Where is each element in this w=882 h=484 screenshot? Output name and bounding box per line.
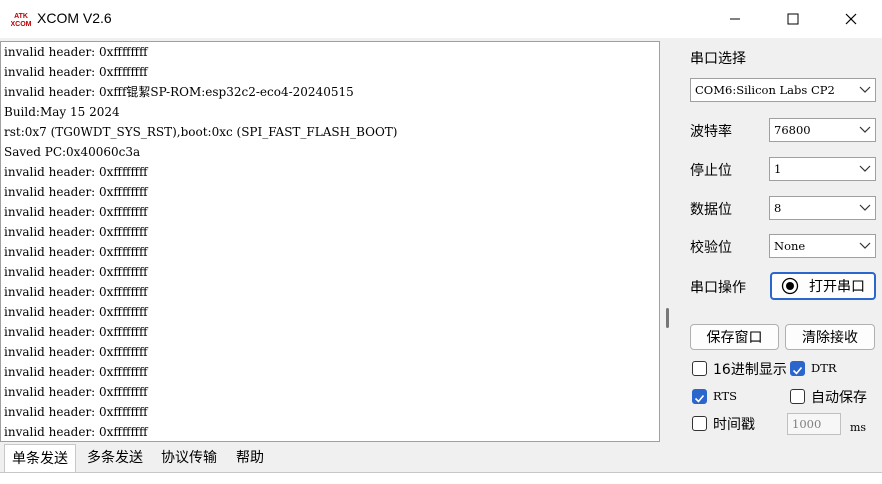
receive-log[interactable]: invalid header: 0xffffffff invalid header… — [0, 41, 660, 442]
svg-text:ATK: ATK — [14, 13, 28, 20]
rts-checkbox[interactable] — [692, 389, 707, 404]
maximize-icon — [787, 13, 799, 25]
log-line: invalid header: 0xffffffff — [4, 45, 148, 59]
tab-multi-send[interactable]: 多条发送 — [80, 444, 150, 472]
stopbits-value: 1 — [774, 162, 782, 176]
timestamp-interval-input[interactable]: 1000 — [787, 413, 841, 435]
save-window-button[interactable]: 保存窗口 — [690, 324, 779, 350]
close-button[interactable] — [822, 0, 880, 38]
checkmark-icon — [792, 366, 803, 375]
log-line: Saved PC:0x40060c3a — [4, 145, 141, 159]
log-line: invalid header: 0xffffffff — [4, 245, 148, 259]
chevron-down-icon — [859, 165, 871, 172]
app-logo-icon: ATK XCOM — [11, 13, 31, 28]
tab-single-send[interactable]: 单条发送 — [4, 444, 76, 472]
scrollbar-thumb[interactable] — [666, 308, 669, 328]
log-line: invalid header: 0xffffffff — [4, 345, 148, 359]
timestamp-checkbox[interactable] — [692, 416, 707, 431]
log-line: invalid header: 0xfff锟絜SP-ROM:esp32c2-ec… — [4, 85, 354, 99]
save-window-label: 保存窗口 — [706, 330, 763, 346]
hex-display-label: 16进制显示 — [713, 362, 787, 378]
tab-help[interactable]: 帮助 — [228, 444, 272, 472]
close-icon — [845, 13, 857, 25]
databits-label: 数据位 — [690, 202, 732, 218]
auto-save-checkbox[interactable] — [790, 389, 805, 404]
log-line: Build:May 15 2024 — [4, 105, 120, 119]
log-line: invalid header: 0xffffffff — [4, 425, 148, 439]
checkmark-icon — [694, 394, 705, 403]
log-line: invalid header: 0xffffffff — [4, 225, 148, 239]
log-line: invalid header: 0xffffffff — [4, 65, 148, 79]
port-select-value: COM6:Silicon Labs CP2 — [695, 83, 835, 97]
clear-receive-label: 清除接收 — [802, 330, 858, 346]
open-port-label: 打开串口 — [809, 279, 865, 295]
chevron-down-icon — [859, 86, 871, 93]
dtr-label: DTR — [811, 361, 837, 375]
log-line: invalid header: 0xffffffff — [4, 305, 148, 319]
log-line: invalid header: 0xffffffff — [4, 205, 148, 219]
window-title: XCOM V2.6 — [37, 10, 112, 26]
clear-receive-button[interactable]: 清除接收 — [785, 324, 875, 350]
port-select-label: 串口选择 — [690, 51, 746, 67]
stopbits-select[interactable]: 1 — [769, 157, 876, 181]
databits-value: 8 — [774, 201, 782, 215]
log-line: invalid header: 0xffffffff — [4, 265, 148, 279]
auto-save-label: 自动保存 — [811, 390, 867, 406]
minimize-icon — [730, 18, 740, 20]
tab-protocol-transfer[interactable]: 协议传输 — [154, 444, 224, 472]
baud-select[interactable]: 76800 — [769, 118, 876, 142]
chevron-down-icon — [859, 242, 871, 249]
log-line: invalid header: 0xffffffff — [4, 405, 148, 419]
hex-display-checkbox[interactable] — [692, 361, 707, 376]
dtr-checkbox[interactable] — [790, 361, 805, 376]
stopbits-label: 停止位 — [690, 163, 732, 179]
port-status-indicator-icon — [781, 277, 799, 295]
timestamp-unit: ms — [850, 421, 867, 434]
minimize-button[interactable] — [706, 0, 764, 38]
log-line: invalid header: 0xffffffff — [4, 165, 148, 179]
timestamp-interval-value: 1000 — [792, 417, 822, 431]
svg-text:XCOM: XCOM — [11, 21, 31, 28]
parity-label: 校验位 — [690, 240, 732, 256]
log-line: rst:0x7 (TG0WDT_SYS_RST),boot:0xc (SPI_F… — [4, 125, 398, 139]
parity-value: None — [774, 239, 806, 253]
log-line: invalid header: 0xffffffff — [4, 285, 148, 299]
maximize-button[interactable] — [764, 0, 822, 38]
baud-value: 76800 — [774, 123, 811, 137]
baud-label: 波特率 — [690, 124, 732, 140]
parity-select[interactable]: None — [769, 234, 876, 258]
log-line: invalid header: 0xffffffff — [4, 325, 148, 339]
chevron-down-icon — [859, 126, 871, 133]
title-bar: ATK XCOM XCOM V2.6 — [0, 0, 882, 38]
log-line: invalid header: 0xffffffff — [4, 385, 148, 399]
open-port-button[interactable]: 打开串口 — [770, 272, 876, 300]
chevron-down-icon — [859, 204, 871, 211]
port-select[interactable]: COM6:Silicon Labs CP2 — [690, 78, 876, 102]
databits-select[interactable]: 8 — [769, 196, 876, 220]
port-op-label: 串口操作 — [690, 280, 746, 296]
send-area[interactable] — [0, 472, 882, 484]
rts-label: RTS — [713, 389, 738, 403]
timestamp-label: 时间戳 — [713, 417, 755, 433]
log-line: invalid header: 0xffffffff — [4, 185, 148, 199]
log-line: invalid header: 0xffffffff — [4, 365, 148, 379]
